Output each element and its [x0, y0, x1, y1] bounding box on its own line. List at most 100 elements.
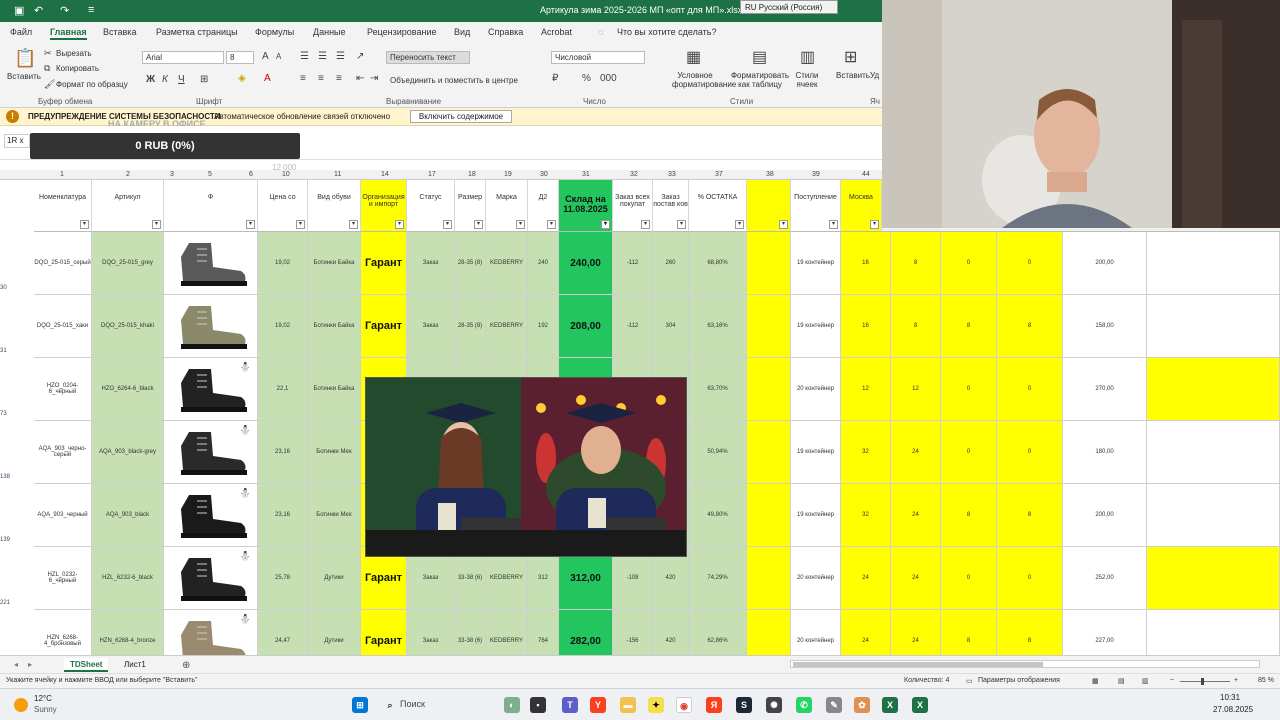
table-cell-extra[interactable] — [1147, 358, 1280, 421]
tab-view[interactable]: Вид — [454, 27, 470, 37]
save-icon[interactable]: ▣ — [14, 4, 24, 17]
table-cell-order[interactable]: -112 — [613, 295, 653, 358]
table-cell-m2[interactable]: 8 — [891, 295, 941, 358]
table-cell-pct[interactable]: 63,16% — [689, 295, 747, 358]
table-cell-arrival[interactable]: 20 контейнер — [791, 358, 841, 421]
tab-help[interactable]: Справка — [488, 27, 523, 37]
tab-acrobat[interactable]: Acrobat — [541, 27, 572, 37]
align-bottom-icon[interactable]: ☰ — [336, 51, 345, 62]
row-number[interactable]: 73 — [0, 411, 7, 417]
filter-icon[interactable]: ▾ — [601, 220, 610, 229]
filter-icon[interactable]: ▾ — [152, 220, 161, 229]
table-cell-m4[interactable]: 8 — [997, 295, 1063, 358]
align-middle-icon[interactable]: ☰ — [318, 51, 327, 62]
tab-review[interactable]: Рецензирование — [367, 27, 437, 37]
yandex-icon[interactable]: Я — [706, 697, 722, 713]
table-cell-price[interactable]: 25,78 — [258, 547, 308, 610]
table-cell-size[interactable]: 33-38 (6) — [455, 610, 486, 655]
table-cell-status[interactable]: Заказ — [407, 610, 455, 655]
product-photo[interactable] — [164, 295, 258, 358]
weather-temp[interactable]: 12°C — [34, 694, 52, 703]
table-cell-m2[interactable]: 24 — [891, 610, 941, 655]
tab-page-layout[interactable]: Разметка страницы — [156, 27, 238, 37]
insert-cells-button[interactable]: Вставить — [836, 71, 870, 80]
filter-icon[interactable]: ▾ — [870, 220, 879, 229]
table-cell-suppl[interactable]: 304 — [653, 295, 689, 358]
wrap-text-button[interactable]: Переносить текст — [386, 51, 470, 64]
copy-button[interactable]: Копировать — [56, 64, 99, 73]
table-cell-nomen[interactable]: DQO_25-015_серый — [34, 232, 92, 295]
table-cell-m3[interactable]: 8 — [941, 610, 997, 655]
row-number[interactable]: 139 — [0, 537, 10, 543]
table-cell-stock[interactable]: 240,00 — [559, 232, 613, 295]
zoom-level[interactable]: 85 % — [1258, 677, 1274, 684]
davinci-icon[interactable]: ✺ — [766, 697, 782, 713]
search-icon[interactable]: ⌕ — [382, 697, 398, 713]
redo-icon[interactable]: ↷ — [60, 4, 69, 17]
table-cell-suppl[interactable]: 420 — [653, 610, 689, 655]
table-cell-nomen[interactable]: AQA_903_черный — [34, 484, 92, 547]
merge-center-button[interactable]: Объединить и поместить в центре — [390, 76, 518, 85]
table-cell-org[interactable]: Гарант — [361, 610, 407, 655]
table-cell-article[interactable]: AQA_903_black — [92, 484, 164, 547]
filter-icon[interactable]: ▾ — [779, 220, 788, 229]
sheet-tab-list1[interactable]: Лист1 — [118, 658, 152, 672]
table-cell-article[interactable]: HZO_6264-6_black — [92, 358, 164, 421]
file-explorer-icon[interactable]: ▬ — [620, 697, 636, 713]
borders-icon[interactable]: ⊞ — [200, 74, 208, 85]
language-dropdown[interactable]: RU Русский (Россия) — [740, 0, 838, 14]
table-cell-blank[interactable] — [747, 358, 791, 421]
font-size-select[interactable]: 8 — [226, 51, 254, 64]
table-cell-m4[interactable]: 0 — [997, 358, 1063, 421]
page-break-icon[interactable]: ▥ — [1142, 677, 1149, 685]
taskbar-search[interactable]: Поиск — [400, 699, 425, 709]
align-center-icon[interactable]: ≡ — [318, 73, 324, 84]
table-cell-blank[interactable] — [747, 547, 791, 610]
underline-icon[interactable]: Ч — [178, 74, 185, 85]
table-cell-type[interactable]: Ботинки Байка — [308, 232, 361, 295]
font-name-select[interactable]: Arial — [142, 51, 224, 64]
table-cell-status[interactable]: Заказ — [407, 295, 455, 358]
display-settings[interactable]: Параметры отображения — [978, 677, 1060, 684]
table-cell-article[interactable]: DQO_25-015_grey — [92, 232, 164, 295]
table-cell-blank[interactable] — [747, 295, 791, 358]
comma-style-icon[interactable]: 000 — [600, 73, 617, 84]
table-cell-org[interactable]: Гарант — [361, 295, 407, 358]
tell-me-search[interactable]: Что вы хотите сделать? — [617, 27, 717, 37]
filter-icon[interactable]: ▾ — [677, 220, 686, 229]
format-as-table-icon[interactable]: ▤ — [752, 47, 767, 67]
delete-cells-button[interactable]: Уд — [870, 71, 879, 80]
table-cell-arrival[interactable]: 19 контейнер — [791, 232, 841, 295]
table-cell-m2[interactable]: 12 — [891, 358, 941, 421]
table-cell-nomen[interactable]: AQA_903_черно-серый — [34, 421, 92, 484]
filter-icon[interactable]: ▾ — [641, 220, 650, 229]
filter-icon[interactable]: ▾ — [395, 220, 404, 229]
table-cell-extra[interactable] — [1147, 232, 1280, 295]
excel-icon-2[interactable]: X — [912, 697, 928, 713]
filter-icon[interactable]: ▾ — [516, 220, 525, 229]
bold-icon[interactable]: Ж — [146, 74, 155, 85]
table-cell-article[interactable]: AQA_903_black-grey — [92, 421, 164, 484]
add-sheet-icon[interactable]: ⊕ — [176, 658, 196, 672]
table-cell-arrival[interactable]: 19 контейнер — [791, 421, 841, 484]
table-cell-nomen[interactable]: HZO_0204-6_черный — [34, 358, 92, 421]
paste-icon[interactable]: 📋 — [14, 48, 36, 69]
row-number[interactable]: 31 — [0, 348, 7, 354]
display-settings-icon[interactable]: ▭ — [966, 677, 973, 685]
table-cell-m1[interactable]: 24 — [841, 610, 891, 655]
product-photo[interactable]: ⛄ — [164, 610, 258, 655]
tab-formulas[interactable]: Формулы — [255, 27, 294, 37]
table-cell-nomen[interactable]: HZN_6268-4_бронзовый — [34, 610, 92, 655]
table-cell-m1[interactable]: 16 — [841, 295, 891, 358]
enable-content-button[interactable]: Включить содержимое — [410, 110, 512, 123]
cell-styles-button[interactable]: Стили ячеек — [792, 71, 822, 89]
filter-icon[interactable]: ▾ — [80, 220, 89, 229]
table-cell-total[interactable]: 270,00 — [1063, 358, 1147, 421]
tab-home[interactable]: Главная — [50, 27, 87, 40]
table-cell-price[interactable]: 22,1 — [258, 358, 308, 421]
number-format-select[interactable]: Числовой — [551, 51, 645, 64]
table-cell-price[interactable]: 24,47 — [258, 610, 308, 655]
percent-icon[interactable]: % — [582, 73, 591, 84]
table-cell-pct[interactable]: 62,86% — [689, 610, 747, 655]
insert-cells-icon[interactable]: ⊞ — [844, 47, 857, 67]
